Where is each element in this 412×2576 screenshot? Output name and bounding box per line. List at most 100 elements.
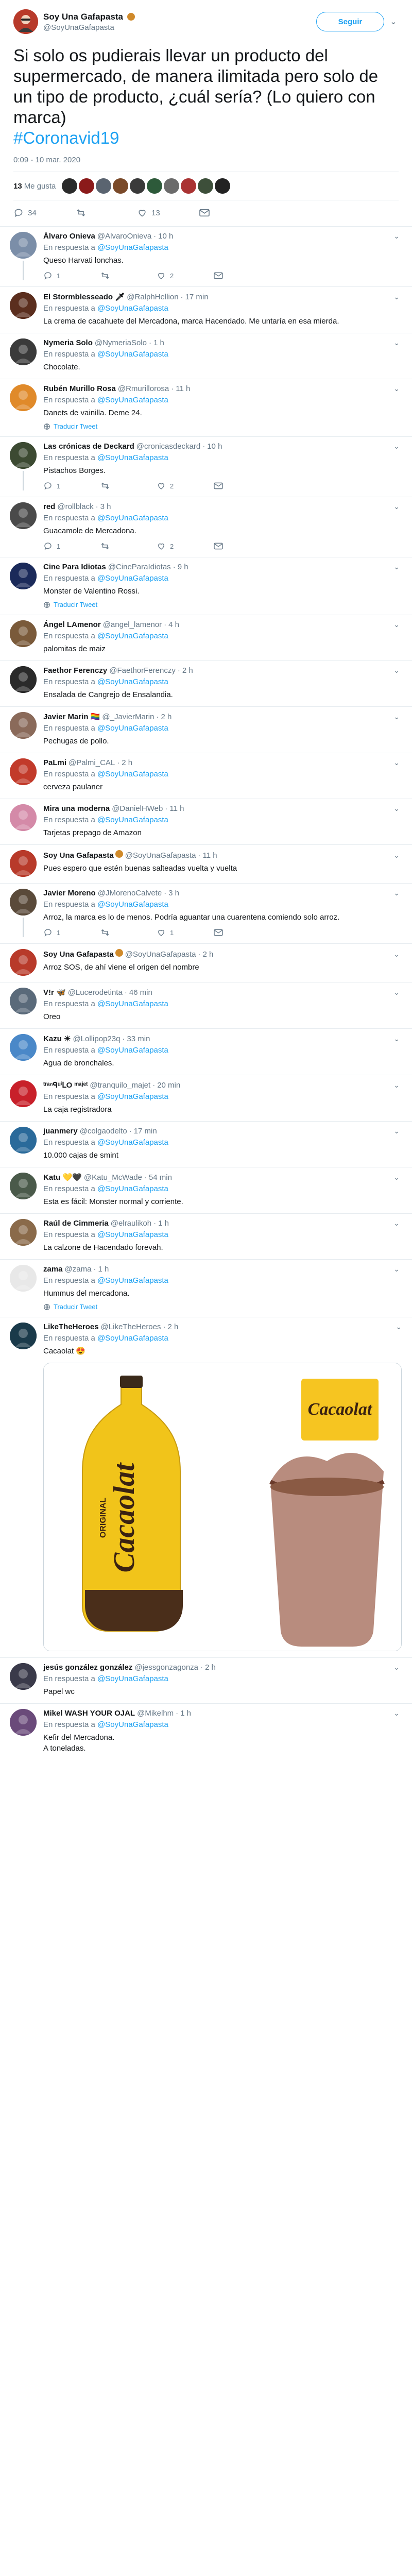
translate-tweet-link[interactable]: Traducir Tweet	[43, 1303, 400, 1311]
reply-timestamp[interactable]: 20 min	[157, 1081, 180, 1090]
reply-username[interactable]: @NymeriaSolo	[95, 338, 147, 347]
like-button[interactable]: 1	[157, 928, 213, 937]
reply-timestamp[interactable]: 1 h	[153, 338, 164, 347]
avatar[interactable]	[10, 1323, 37, 1349]
reply-display-name[interactable]: ᵗʳᵃⁿᑫᵘⁱᒪO ᵐᵃʲᵉᵗ	[43, 1080, 88, 1090]
reply-tweet[interactable]: red @rollblack · 3 h ⌄ En respuesta a @SoyUna…	[0, 497, 412, 557]
media-image[interactable]: Cacaolat ORIGINAL Cacaolat	[43, 1363, 402, 1651]
avatar[interactable]	[10, 442, 37, 469]
avatar[interactable]	[10, 889, 37, 916]
reply-timestamp[interactable]: 1 h	[158, 1219, 169, 1228]
follow-button[interactable]: Seguir	[316, 12, 384, 31]
retweet-button[interactable]	[75, 208, 137, 218]
avatar[interactable]	[10, 758, 37, 785]
reply-username[interactable]: @JMorenoCalvete	[98, 889, 162, 897]
reply-tweet[interactable]: Nymeria Solo @NymeriaSolo · 1 h ⌄ En respuest…	[0, 333, 412, 379]
reply-timestamp[interactable]: 11 h	[176, 384, 190, 393]
in-reply-to-handle[interactable]: @SoyUnaGafapasta	[97, 1230, 168, 1239]
dm-button[interactable]	[213, 482, 270, 490]
reply-username[interactable]: @Katu_McWade	[84, 1173, 142, 1182]
like-button[interactable]: 2	[157, 541, 213, 551]
reply-timestamp[interactable]: 46 min	[129, 988, 152, 997]
chevron-down-icon[interactable]: ⌄	[393, 502, 400, 511]
in-reply-to-handle[interactable]: @SoyUnaGafapasta	[97, 1674, 168, 1683]
author-display-name[interactable]: Soy Una Gafapasta	[43, 12, 316, 22]
chevron-down-icon[interactable]: ⌄	[393, 666, 400, 675]
in-reply-to-handle[interactable]: @SoyUnaGafapasta	[97, 1276, 168, 1285]
in-reply-to-handle[interactable]: @SoyUnaGafapasta	[97, 770, 168, 778]
reply-timestamp[interactable]: 2 h	[122, 758, 132, 767]
reply-tweet[interactable]: juanmery @colgaodelto · 17 min ⌄ En respuesta…	[0, 1121, 412, 1167]
reply-username[interactable]: @DanielHWeb	[112, 804, 163, 813]
in-reply-to-handle[interactable]: @SoyUnaGafapasta	[97, 1720, 168, 1729]
chevron-down-icon[interactable]: ⌄	[393, 1265, 400, 1274]
avatar[interactable]	[10, 712, 37, 739]
chevron-down-icon[interactable]: ⌄	[393, 1709, 400, 1718]
in-reply-to-handle[interactable]: @SoyUnaGafapasta	[97, 574, 168, 583]
reply-display-name[interactable]: Las crónicas de Deckard	[43, 442, 134, 451]
chevron-down-icon[interactable]: ⌄	[393, 442, 400, 451]
liker-avatar[interactable]	[96, 178, 112, 194]
reply-tweet[interactable]: Javier Moreno @JMorenoCalvete · 3 h ⌄ En resp…	[0, 883, 412, 943]
reply-username[interactable]: @angel_lamenor	[103, 620, 162, 629]
avatar[interactable]	[10, 949, 37, 976]
reply-timestamp[interactable]: 33 min	[127, 1035, 150, 1043]
reply-timestamp[interactable]: 9 h	[178, 563, 188, 571]
reply-username[interactable]: @RalphHellion	[127, 293, 178, 301]
in-reply-to-handle[interactable]: @SoyUnaGafapasta	[97, 632, 168, 640]
avatar[interactable]	[10, 563, 37, 589]
liker-avatar[interactable]	[215, 178, 231, 194]
reply-display-name[interactable]: Nymeria Solo	[43, 338, 93, 347]
in-reply-to-handle[interactable]: @SoyUnaGafapasta	[97, 1046, 168, 1055]
reply-timestamp[interactable]: 10 h	[158, 232, 173, 241]
chevron-down-icon[interactable]: ⌄	[393, 713, 400, 721]
reply-username[interactable]: @Lollipop23q	[73, 1035, 120, 1043]
reply-timestamp[interactable]: 17 min	[185, 293, 209, 301]
reply-username[interactable]: @cronicasdeckard	[136, 442, 200, 451]
reply-tweet[interactable]: Mira una moderna @DanielHWeb · 11 h ⌄ En resp…	[0, 799, 412, 844]
chevron-down-icon[interactable]: ⌄	[393, 563, 400, 571]
in-reply-to-handle[interactable]: @SoyUnaGafapasta	[97, 1092, 168, 1101]
like-button[interactable]: 13	[137, 208, 199, 218]
dm-button[interactable]	[213, 542, 270, 550]
reply-button[interactable]: 1	[43, 481, 100, 490]
reply-tweet[interactable]: zama @zama · 1 h ⌄ En respuesta a @SoyUnaGafa…	[0, 1259, 412, 1317]
reply-tweet[interactable]: ᵗʳᵃⁿᑫᵘⁱᒪO ᵐᵃʲᵉᵗ @tranquilo_majet · 20 min ⌄ E…	[0, 1075, 412, 1121]
reply-display-name[interactable]: Ɉavier Marin 🏳️‍🌈	[43, 712, 100, 721]
reply-username[interactable]: @colgaodelto	[80, 1127, 127, 1136]
liker-avatar[interactable]	[147, 178, 163, 194]
chevron-down-icon[interactable]: ⌄	[393, 988, 400, 997]
avatar[interactable]	[10, 384, 37, 411]
in-reply-to-handle[interactable]: @SoyUnaGafapasta	[97, 900, 168, 909]
avatar[interactable]	[10, 804, 37, 831]
reply-display-name[interactable]: juanmery	[43, 1127, 78, 1136]
liker-avatar[interactable]	[181, 178, 197, 194]
reply-timestamp[interactable]: 2 h	[203, 950, 214, 959]
reply-username[interactable]: @AlvaroOnieva	[97, 232, 151, 241]
reply-timestamp[interactable]: 3 h	[100, 502, 111, 511]
reply-timestamp[interactable]: 17 min	[134, 1127, 157, 1136]
reply-username[interactable]: @tranquilo_majet	[90, 1081, 150, 1090]
in-reply-to-handle[interactable]: @SoyUnaGafapasta	[97, 816, 168, 824]
chevron-down-icon[interactable]: ⌄	[393, 1127, 400, 1136]
chevron-down-icon[interactable]: ⌄	[396, 1323, 402, 1331]
reply-display-name[interactable]: Ángel LAmenor	[43, 620, 101, 629]
reply-tweet[interactable]: LikeTheHeroes @LikeTheHeroes · 2 h ⌄ En respu…	[0, 1317, 412, 1657]
chevron-down-icon[interactable]: ⌄	[393, 1081, 400, 1090]
reply-username[interactable]: @Lucerodetinta	[68, 988, 123, 997]
reply-username[interactable]: @jessgonzagonza	[134, 1663, 198, 1672]
reply-timestamp[interactable]: 54 min	[149, 1173, 172, 1182]
reply-display-name[interactable]: Álvaro Onieva	[43, 232, 95, 241]
chevron-down-icon[interactable]: ⌄	[393, 1173, 400, 1182]
reply-display-name[interactable]: LikeTheHeroes	[43, 1323, 99, 1331]
in-reply-to-handle[interactable]: @SoyUnaGafapasta	[97, 724, 168, 733]
in-reply-to-handle[interactable]: @SoyUnaGafapasta	[97, 1138, 168, 1147]
reply-username[interactable]: @SoyUnaGafapasta	[125, 950, 196, 959]
reply-username[interactable]: @Mikelhm	[137, 1709, 174, 1718]
like-button[interactable]: 2	[157, 271, 213, 280]
avatar[interactable]	[10, 1265, 37, 1292]
reply-display-name[interactable]: Katu 💛🖤	[43, 1173, 82, 1182]
reply-tweet[interactable]: Rubén Murillo Rosa @Rmurillorosa · 11 h ⌄ En …	[0, 379, 412, 436]
reply-tweet[interactable]: Soy Una Gafapasta @SoyUnaGafapasta · 2 h ⌄ Ar…	[0, 943, 412, 982]
reply-display-name[interactable]: Soy Una Gafapasta	[43, 950, 114, 959]
